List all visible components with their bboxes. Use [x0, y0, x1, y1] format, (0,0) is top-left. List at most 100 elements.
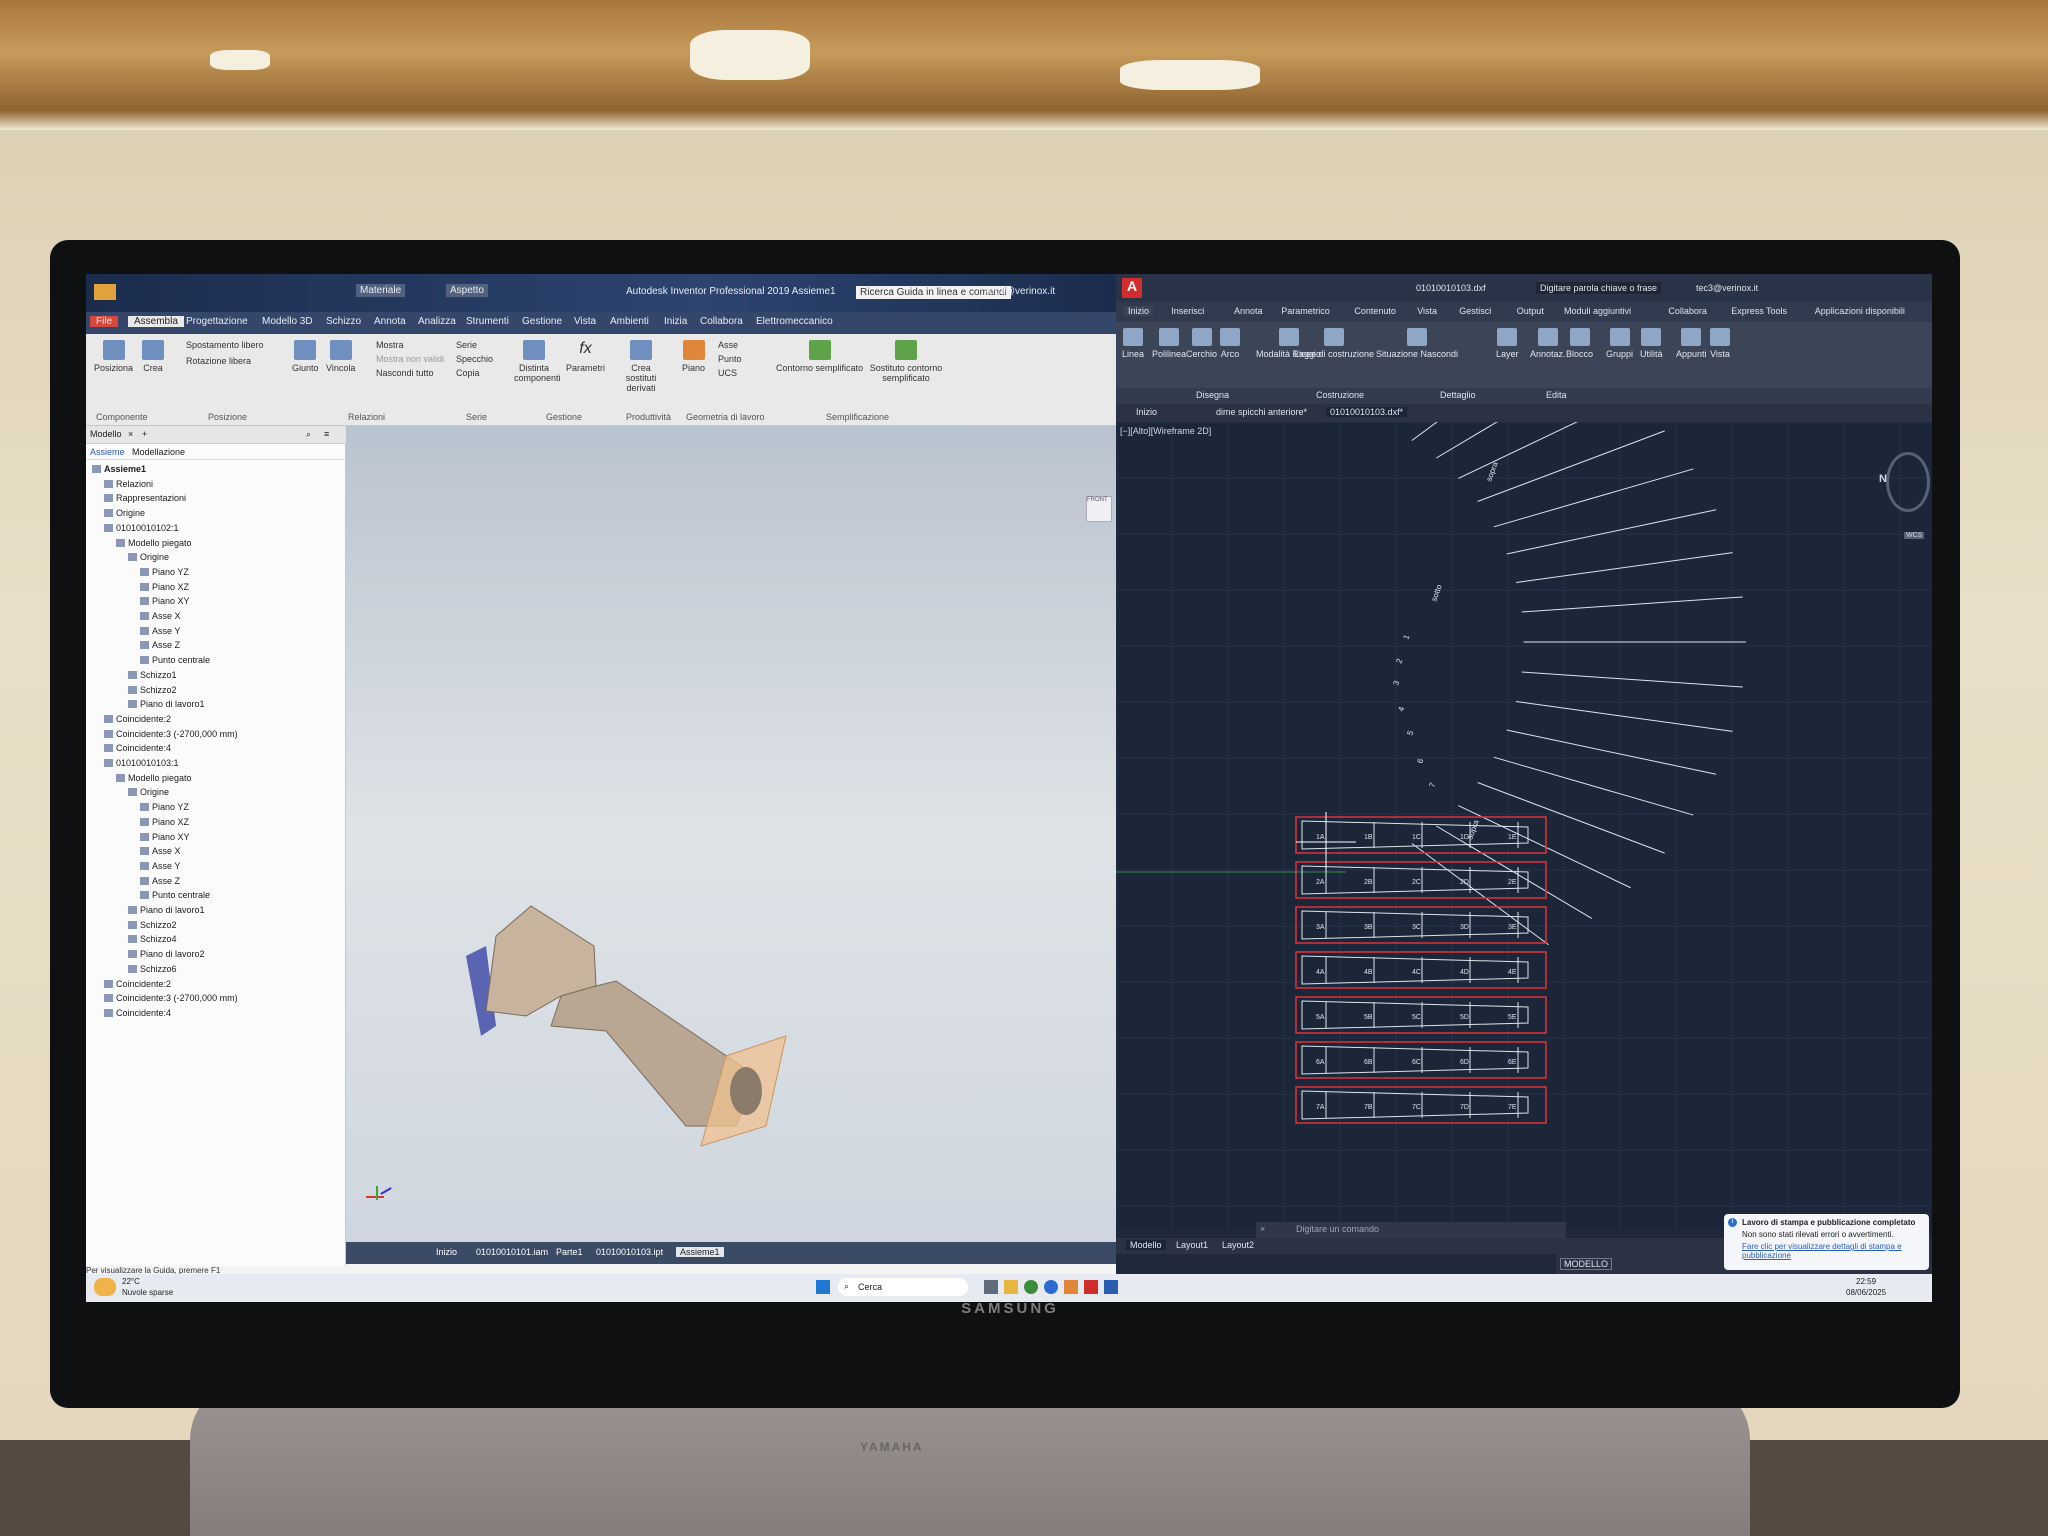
acad-tab-moduli-aggiuntivi[interactable]: Moduli aggiuntivi	[1564, 306, 1631, 316]
autocad-user[interactable]: tec3@verinox.it	[1696, 283, 1758, 293]
browser-tree-item[interactable]: Punto centrale	[140, 655, 210, 665]
acad-tab-express-tools[interactable]: Express Tools	[1731, 306, 1787, 316]
mostra-non-validi-button[interactable]: Mostra non validi	[376, 354, 444, 364]
doc-tab-iam[interactable]: 01010010101.iam	[476, 1247, 548, 1257]
acad-cerchio-button[interactable]: Cerchio	[1186, 328, 1217, 359]
file-explorer-icon[interactable]	[1004, 1280, 1018, 1294]
browser-tree-item[interactable]: 01010010103:1	[104, 758, 179, 768]
acad-utilit--button[interactable]: Utilità	[1640, 328, 1663, 359]
browser-tree-item[interactable]: Coincidente:3 (-2700,000 mm)	[104, 993, 238, 1003]
rotazione-libera-button[interactable]: Rotazione libera	[186, 356, 251, 366]
viewport-controls[interactable]: [−][Alto][Wireframe 2D]	[1120, 426, 1211, 436]
acad-tab-collabora[interactable]: Collabora	[1668, 306, 1707, 316]
distinta-button[interactable]: Distinta componenti	[514, 340, 561, 383]
tab-progettazione[interactable]: Progettazione	[186, 316, 248, 327]
doc-tab-parte1[interactable]: Parte1	[556, 1247, 583, 1257]
subtab-modellazione[interactable]: Modellazione	[132, 447, 185, 457]
tab-modello-3d[interactable]: Modello 3D	[262, 316, 313, 327]
browser-tree-item[interactable]: Assieme1	[92, 464, 146, 474]
spostamento-libero-button[interactable]: Spostamento libero	[186, 340, 264, 350]
acad-tab-vista[interactable]: Vista	[1417, 306, 1437, 316]
browser-tree-item[interactable]: Piano YZ	[140, 567, 189, 577]
acad-tab-inizio[interactable]: Inizio	[1124, 306, 1154, 316]
weather-icon[interactable]	[94, 1278, 116, 1296]
acad-tab-contenuto[interactable]: Contenuto	[1354, 306, 1396, 316]
acad-doc-tab-inizio[interactable]: Inizio	[1136, 407, 1157, 417]
browser-tree-item[interactable]: Origine	[128, 552, 169, 562]
tab-analizza[interactable]: Analizza	[418, 316, 456, 327]
asse-button[interactable]: Asse	[718, 340, 738, 350]
browser-tree-item[interactable]: Piano XY	[140, 832, 190, 842]
acad-annotaz--button[interactable]: Annotaz.	[1530, 328, 1566, 359]
acad-polilinea-button[interactable]: Polilinea	[1152, 328, 1186, 359]
tab-gestione[interactable]: Gestione	[522, 316, 562, 327]
browser-tree-item[interactable]: Coincidente:4	[104, 1008, 171, 1018]
layout-tab-layout1[interactable]: Layout1	[1176, 1240, 1208, 1250]
acad-layer-button[interactable]: Layer	[1496, 328, 1519, 359]
browser-tree-item[interactable]: Piano XY	[140, 596, 190, 606]
browser-tree-item[interactable]: Piano di lavoro1	[128, 699, 205, 709]
autocad-taskbar-icon[interactable]	[1084, 1280, 1098, 1294]
contorno-semplificato-button[interactable]: Contorno semplificato	[776, 340, 863, 373]
browser-tree-item[interactable]: Coincidente:2	[104, 714, 171, 724]
notification-toast[interactable]: i Lavoro di stampa e pubblicazione compl…	[1724, 1214, 1929, 1270]
browser-tree-item[interactable]: Coincidente:3 (-2700,000 mm)	[104, 729, 238, 739]
doc-tab-ipt[interactable]: 01010010103.ipt	[596, 1247, 663, 1257]
punto-button[interactable]: Punto	[718, 354, 742, 364]
browser-tree-item[interactable]: Asse Z	[140, 640, 180, 650]
vincola-button[interactable]: Vincola	[326, 340, 355, 373]
acad-linea-button[interactable]: Linea	[1122, 328, 1144, 359]
taskview-icon[interactable]	[984, 1280, 998, 1294]
taskbar-search[interactable]: ⌕ Cerca	[838, 1278, 968, 1296]
browser-tree-item[interactable]: Asse Y	[140, 861, 180, 871]
viewcube-icon[interactable]: FRONT	[1086, 496, 1112, 522]
appearance-select[interactable]: Aspetto	[446, 284, 488, 297]
group-dettaglio[interactable]: Dettaglio	[1440, 390, 1476, 400]
acad-tab-gestisci[interactable]: Gestisci	[1459, 306, 1491, 316]
command-input[interactable]: Digitare un comando	[1296, 1224, 1379, 1234]
browser-tree-item[interactable]: Piano XZ	[140, 817, 189, 827]
acad-linee-di-costruzione-button[interactable]: Linee di costruzione	[1294, 328, 1374, 359]
browser-tree-item[interactable]: Origine	[128, 787, 169, 797]
viewcube-compass-icon[interactable]: N	[1879, 452, 1930, 512]
clock-date[interactable]: 08/06/2025	[1846, 1288, 1886, 1297]
browser-tree-item[interactable]: Relazioni	[104, 479, 153, 489]
acad-tab-parametrico[interactable]: Parametrico	[1281, 306, 1330, 316]
tab-modello[interactable]: Modello	[90, 429, 122, 439]
mostra-button[interactable]: Mostra	[376, 340, 404, 350]
windows-start-icon[interactable]	[816, 1280, 830, 1294]
browser-tree-item[interactable]: 01010010102:1	[104, 523, 179, 533]
browser-tree-item[interactable]: Asse Y	[140, 626, 180, 636]
tab-strumenti[interactable]: Strumenti	[466, 316, 509, 327]
clock-time[interactable]: 22:59	[1856, 1277, 1876, 1286]
edge-icon[interactable]	[1044, 1280, 1058, 1294]
crea-sostituti-button[interactable]: Crea sostituti derivati	[616, 340, 666, 393]
toast-link[interactable]: Fare clic per visualizzare dettagli di s…	[1742, 1242, 1925, 1260]
acad-blocco-button[interactable]: Blocco	[1566, 328, 1593, 359]
browser-tree-item[interactable]: Schizzo2	[128, 685, 177, 695]
acad-gruppi-button[interactable]: Gruppi	[1606, 328, 1633, 359]
autocad-search-input[interactable]: Digitare parola chiave o frase	[1536, 282, 1662, 294]
browser-tree-item[interactable]: Piano XZ	[140, 582, 189, 592]
doc-tab-inizio[interactable]: Inizio	[436, 1247, 457, 1257]
sostituto-button[interactable]: Sostituto contorno semplificato	[866, 340, 946, 383]
specchio-button[interactable]: Specchio	[456, 354, 493, 364]
browser-tree-item[interactable]: Piano di lavoro1	[128, 905, 205, 915]
acad-arco-button[interactable]: Arco	[1220, 328, 1240, 359]
acad-tab-applicazioni-disponibili[interactable]: Applicazioni disponibili	[1815, 306, 1905, 316]
posiziona-button[interactable]: Posiziona	[94, 340, 133, 373]
nascondi-tutto-button[interactable]: Nascondi tutto	[376, 368, 434, 378]
tab-elettromeccanico[interactable]: Elettromeccanico	[756, 316, 833, 327]
tab-annota[interactable]: Annota	[374, 316, 406, 327]
serie-button[interactable]: Serie	[456, 340, 477, 350]
group-disegna[interactable]: Disegna	[1196, 390, 1229, 400]
close-icon[interactable]: ×	[1260, 1224, 1265, 1234]
browser-tree-item[interactable]: Piano di lavoro2	[128, 949, 205, 959]
browser-tree-item[interactable]: Schizzo1	[128, 670, 177, 680]
acad-tab-inserisci[interactable]: Inserisci	[1171, 306, 1204, 316]
browser-tree-item[interactable]: Modello piegato	[116, 538, 192, 548]
browser-tree-item[interactable]: Punto centrale	[140, 890, 210, 900]
crea-button[interactable]: Crea	[142, 340, 164, 373]
tab-assembla[interactable]: Assembla	[128, 316, 184, 327]
browser-tree-item[interactable]: Coincidente:4	[104, 743, 171, 753]
